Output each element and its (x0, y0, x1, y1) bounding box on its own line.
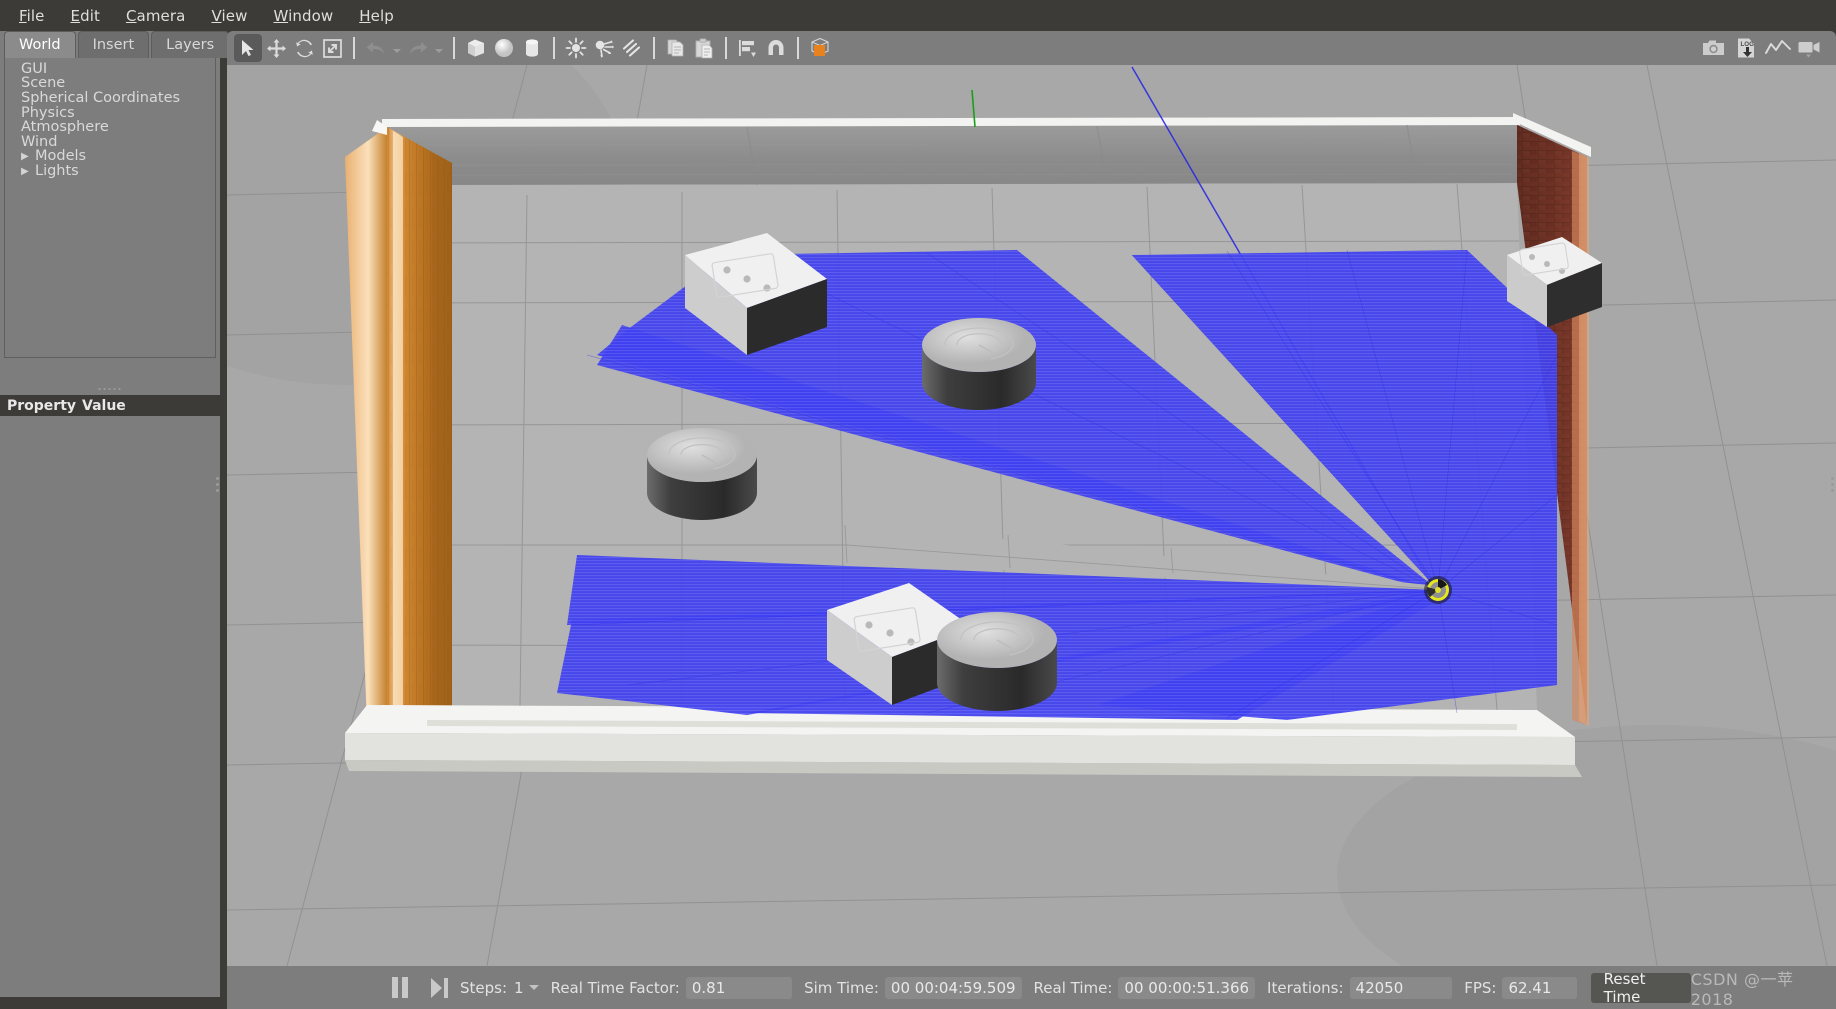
real-time-label: Real Time: (1033, 978, 1113, 997)
panel-tabs: World Insert Layers (4, 31, 230, 58)
tree-item-models[interactable]: ▶ Models (5, 149, 215, 165)
redo-dropdown-icon[interactable] (432, 34, 446, 62)
watermark: CSDN @一苹2018 (1690, 970, 1794, 1009)
tab-layers-label: Layers (166, 37, 215, 53)
right-panel-resize-handle[interactable] (1828, 470, 1836, 498)
tree-item-wind[interactable]: Wind (5, 134, 215, 150)
directional-light-icon[interactable] (618, 34, 646, 62)
toolbar-separator (353, 37, 355, 59)
screenshot-icon[interactable] (1700, 34, 1728, 62)
property-table-header: Property Value (0, 395, 220, 416)
toolbar-separator (725, 37, 727, 59)
robot-laser-sensor (1424, 576, 1452, 604)
paste-icon[interactable] (690, 34, 718, 62)
toolbar-separator (553, 37, 555, 59)
left-panel-resize-handle[interactable] (214, 470, 221, 498)
gazebo-scene[interactable] (227, 65, 1836, 966)
menu-camera[interactable]: Camera (113, 3, 198, 29)
scale-icon[interactable] (318, 34, 346, 62)
steps-value[interactable]: 1 (514, 979, 524, 997)
toolbar-right-group: LOG (1700, 34, 1836, 62)
tree-item-gui[interactable]: GUI (5, 61, 215, 77)
steps-label: Steps: (460, 978, 508, 997)
menu-window[interactable]: Window (260, 3, 346, 29)
steps-spinner-icon[interactable] (528, 985, 539, 990)
status-bar: Steps: 1 Real Time Factor: 0.81 Sim Time… (227, 966, 1836, 1009)
undo-icon[interactable] (362, 34, 390, 62)
menu-file[interactable]: File (6, 3, 58, 29)
main-toolbar: LOG (227, 31, 1836, 65)
tab-world[interactable]: World (4, 31, 76, 58)
snap-magnet-icon[interactable] (762, 34, 790, 62)
tab-insert[interactable]: Insert (77, 31, 150, 58)
tree-item-atmosphere[interactable]: Atmosphere (5, 120, 215, 135)
translate-icon[interactable] (262, 34, 290, 62)
chevron-right-icon[interactable]: ▶ (21, 166, 31, 177)
box-icon[interactable] (462, 34, 490, 62)
view-wireframe-icon[interactable] (806, 34, 834, 62)
iterations-label: Iterations: (1267, 978, 1344, 997)
log-record-icon[interactable]: LOG (1732, 34, 1760, 62)
cylinder-obstacle-2 (647, 428, 757, 520)
pause-button[interactable] (392, 977, 408, 998)
chevron-right-icon[interactable]: ▶ (21, 151, 31, 162)
real-time-factor-label: Real Time Factor: (550, 978, 680, 997)
tree-item-spherical-coordinates[interactable]: Spherical Coordinates (5, 90, 215, 106)
align-icon[interactable] (734, 34, 762, 62)
world-tree: GUI Scene Spherical Coordinates Physics … (4, 58, 216, 358)
real-time-factor-value: 0.81 (685, 976, 793, 999)
reset-time-button[interactable]: Reset Time (1590, 970, 1691, 1006)
tab-world-label: World (19, 37, 61, 53)
toolbar-separator (453, 37, 455, 59)
toolbar-separator (797, 37, 799, 59)
toolbar-separator (653, 37, 655, 59)
left-panel: World Insert Layers GUI Scene Spherical … (0, 31, 230, 997)
rotate-icon[interactable] (290, 34, 318, 62)
copy-icon[interactable] (662, 34, 690, 62)
plot-icon[interactable] (1764, 34, 1792, 62)
menu-view[interactable]: View (198, 3, 260, 29)
iterations-value: 42050 (1349, 976, 1453, 999)
video-record-icon[interactable] (1796, 34, 1824, 62)
tab-insert-label: Insert (92, 37, 135, 53)
cylinder-icon[interactable] (518, 34, 546, 62)
menu-edit[interactable]: Edit (58, 3, 113, 29)
render-viewport-3d[interactable] (227, 65, 1836, 966)
spot-light-icon[interactable] (590, 34, 618, 62)
sim-time-label: Sim Time: (804, 978, 879, 997)
step-button[interactable] (431, 977, 448, 998)
cylinder-obstacle-3 (937, 612, 1057, 711)
gazebo-window: File Edit Camera View Window Help World … (0, 0, 1836, 1009)
property-table-body (0, 416, 220, 997)
sim-time-value: 00 00:04:59.509 (884, 976, 1022, 999)
undo-dropdown-icon[interactable] (390, 34, 404, 62)
fps-value: 62.41 (1502, 976, 1577, 999)
sphere-icon[interactable] (490, 34, 518, 62)
point-light-icon[interactable] (562, 34, 590, 62)
step-forward-icon (431, 977, 442, 998)
tab-layers[interactable]: Layers (151, 31, 230, 58)
tree-item-physics[interactable]: Physics (5, 105, 215, 121)
svg-text:LOG: LOG (1740, 41, 1754, 48)
menu-help[interactable]: Help (346, 3, 407, 29)
select-arrow-icon[interactable] (234, 34, 262, 62)
tree-item-scene[interactable]: Scene (5, 76, 215, 92)
tree-item-lights[interactable]: ▶ Lights (5, 163, 215, 179)
panel-splitter[interactable] (4, 383, 216, 395)
real-time-value: 00 00:00:51.366 (1118, 976, 1256, 999)
cylinder-obstacle-1 (922, 318, 1036, 410)
column-header-property: Property (7, 397, 77, 414)
redo-icon[interactable] (404, 34, 432, 62)
column-header-value: Value (82, 397, 126, 414)
fps-label: FPS: (1464, 978, 1497, 997)
menu-bar: File Edit Camera View Window Help (0, 0, 1836, 31)
